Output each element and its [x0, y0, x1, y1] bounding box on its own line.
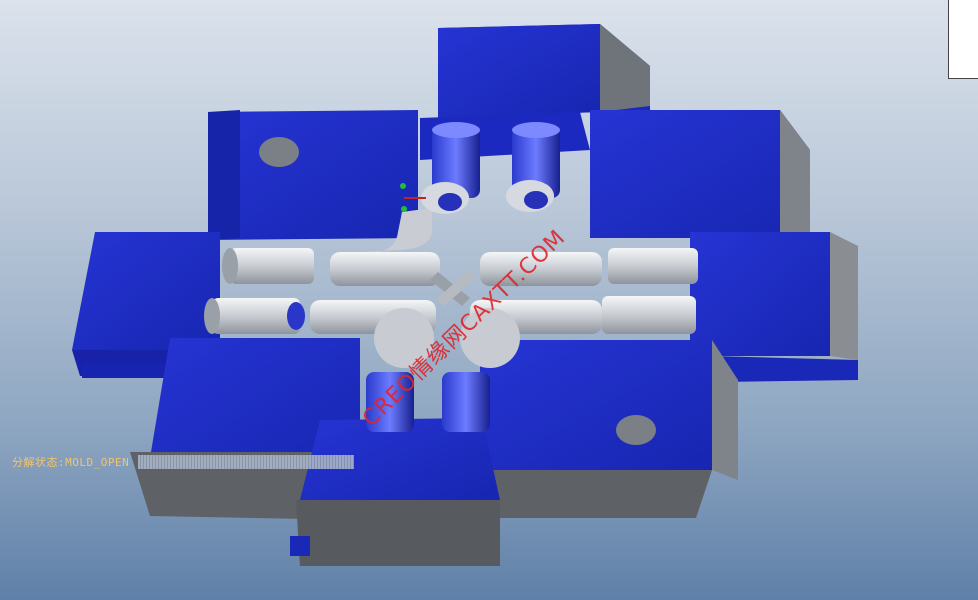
mold-plate-top-left[interactable]	[208, 110, 418, 240]
pipe-right-upper[interactable]	[608, 248, 698, 284]
pipe-left-lower[interactable]	[204, 298, 305, 334]
mold-insert-bottom[interactable]	[290, 418, 500, 566]
explode-state-value: MOLD_OPEN	[65, 456, 130, 469]
guide-hole	[616, 415, 656, 445]
explode-state-key: 分解状态	[12, 456, 58, 469]
core-pin-bottom-right[interactable]	[442, 372, 490, 432]
guide-hole	[259, 137, 299, 167]
side-panel-edge	[948, 0, 978, 79]
status-bar-fill	[138, 455, 354, 469]
explode-state-label: 分解状态:MOLD_OPEN	[12, 454, 129, 470]
pipe-right-lower[interactable]	[602, 296, 696, 334]
pipe-left-upper[interactable]	[222, 248, 314, 284]
mold-plate-bottom-right[interactable]	[480, 340, 738, 518]
